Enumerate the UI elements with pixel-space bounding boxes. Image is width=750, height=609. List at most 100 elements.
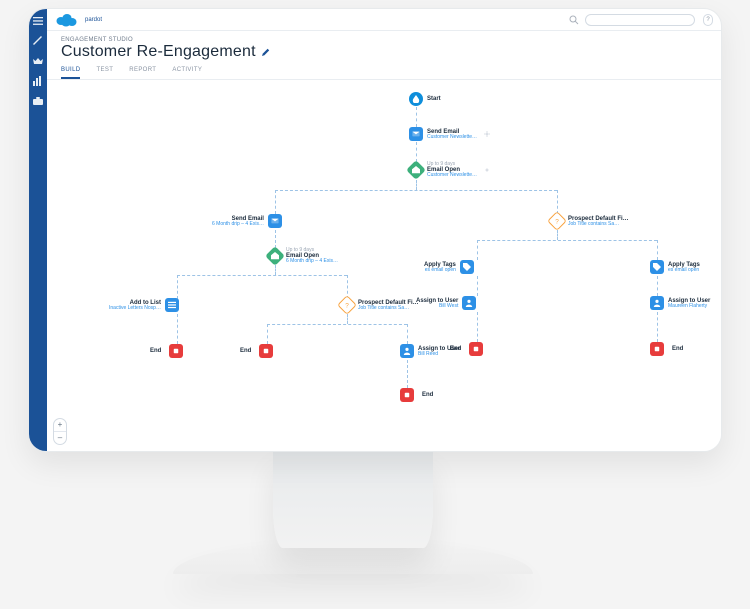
tag-icon <box>650 260 664 274</box>
droplet-icon <box>409 92 423 106</box>
node-assign-user-3[interactable]: Assign to User Maureen Flaherty <box>650 296 710 310</box>
monitor-stand <box>273 452 433 548</box>
canvas[interactable]: Start Send Email Customer Newslette… <box>47 80 721 451</box>
page-header: ENGAGEMENT STUDIO Customer Re-Engagement <box>47 31 721 61</box>
nav-item-analytics[interactable] <box>32 75 44 87</box>
node-end[interactable]: End <box>240 344 273 358</box>
search-input[interactable] <box>585 14 695 26</box>
node-email-open-1[interactable]: Up to 9 days Email Open Customer Newslet… <box>409 162 490 178</box>
stop-icon <box>169 344 183 358</box>
top-bar: pardot ? <box>47 9 721 31</box>
edge <box>657 276 658 296</box>
zoom-out-button[interactable]: – <box>54 432 66 444</box>
stop-icon <box>400 388 414 402</box>
page-title: Customer Re-Engagement <box>61 43 256 61</box>
tab-activity[interactable]: ACTIVITY <box>172 67 202 79</box>
edge <box>557 230 558 240</box>
node-add-to-list[interactable]: Add to List Inactive Letters Nosp… <box>109 298 179 312</box>
node-end[interactable]: End <box>400 388 433 402</box>
edge <box>407 324 408 344</box>
node-apply-tags-1[interactable]: Apply Tags es email open <box>424 260 474 274</box>
edge <box>267 324 268 344</box>
user-icon <box>400 344 414 358</box>
edge <box>177 275 347 276</box>
tab-build[interactable]: BUILD <box>61 67 80 79</box>
node-send-email-2[interactable]: Send Email 6 Month drip – 4 Exis… <box>212 214 282 228</box>
node-title: End <box>240 348 251 354</box>
node-sub: 6 Month drip – 4 Exis… <box>286 259 338 264</box>
edge <box>347 314 348 324</box>
node-sub: 6 Month drip – 4 Exis… <box>212 222 264 227</box>
edge <box>416 180 417 190</box>
gear-icon[interactable] <box>484 167 490 173</box>
user-icon <box>462 296 476 310</box>
node-sub: Customer Newslette… <box>427 173 477 178</box>
envelope-icon <box>268 214 282 228</box>
node-sub: Maureen Flaherty <box>668 304 710 309</box>
zoom-control: + – <box>53 418 67 445</box>
tab-test[interactable]: TEST <box>96 67 113 79</box>
edge <box>275 190 276 214</box>
tab-report[interactable]: REPORT <box>129 67 156 79</box>
node-sub: Bill West <box>416 304 458 309</box>
node-start[interactable]: Start <box>409 92 441 106</box>
question-icon: ? <box>547 211 567 231</box>
node-email-open-2[interactable]: Up to 9 days Email Open 6 Month drip – 4… <box>268 248 338 264</box>
edge <box>177 314 178 344</box>
edge <box>477 240 478 260</box>
salesforce-cloud-logo <box>55 13 79 27</box>
edge <box>657 240 658 260</box>
list-icon <box>165 298 179 312</box>
edge <box>477 240 657 241</box>
edge <box>477 312 478 342</box>
edge <box>275 265 276 275</box>
search-icon[interactable] <box>569 15 579 25</box>
node-title: End <box>150 348 161 354</box>
help-button[interactable]: ? <box>703 14 713 26</box>
edge <box>275 190 557 191</box>
open-envelope-icon <box>265 246 285 266</box>
edge <box>477 276 478 296</box>
node-title: End <box>450 346 461 352</box>
node-sub: Job Title contains Sa… <box>358 306 419 311</box>
main-pane: pardot ? ENGAGEMENT STUDIO Customer Re-E… <box>47 9 721 451</box>
edge <box>177 275 178 299</box>
nav-item-crown[interactable] <box>32 55 44 67</box>
edge <box>416 142 417 162</box>
stop-icon <box>650 342 664 356</box>
node-end[interactable]: End <box>150 344 183 358</box>
node-send-email-1[interactable]: Send Email Customer Newslette… <box>409 127 490 141</box>
gear-icon[interactable] <box>484 131 490 137</box>
edge <box>416 107 417 127</box>
nav-item-briefcase[interactable] <box>32 95 44 107</box>
node-rule-2[interactable]: ? Prospect Default Fi… Job Title contain… <box>550 214 629 228</box>
edge <box>267 324 407 325</box>
tab-bar: BUILD TEST REPORT ACTIVITY <box>47 61 721 80</box>
node-apply-tags-2[interactable]: Apply Tags es email open <box>650 260 700 274</box>
node-title: Start <box>427 96 441 102</box>
zoom-in-button[interactable]: + <box>54 419 66 431</box>
brand-name: pardot <box>85 17 102 23</box>
node-end[interactable]: End <box>650 342 683 356</box>
node-sub: es email open <box>668 268 700 273</box>
node-assign-user-2[interactable]: Assign to User Bill West <box>416 296 476 310</box>
svg-text:?: ? <box>555 218 559 225</box>
nav-menu-toggle[interactable] <box>32 15 44 27</box>
svg-text:?: ? <box>345 302 349 309</box>
node-sub: Job Title contains Sa… <box>568 222 629 227</box>
node-sub: es email open <box>424 268 456 273</box>
edit-title-icon[interactable] <box>262 48 270 56</box>
stop-icon <box>259 344 273 358</box>
node-end[interactable]: End <box>450 342 483 356</box>
node-title: End <box>672 346 683 352</box>
question-icon: ? <box>337 295 357 315</box>
edge <box>557 190 558 214</box>
edge <box>275 230 276 248</box>
node-sub: Inactive Letters Nosp… <box>109 306 161 311</box>
edge <box>657 312 658 342</box>
monitor-frame: pardot ? ENGAGEMENT STUDIO Customer Re-E… <box>28 8 722 452</box>
node-sub: Customer Newslette… <box>427 135 477 140</box>
stop-icon <box>469 342 483 356</box>
nav-item-wand[interactable] <box>32 35 44 47</box>
node-rule-1[interactable]: ? Prospect Default Fi… Job Title contain… <box>340 298 419 312</box>
